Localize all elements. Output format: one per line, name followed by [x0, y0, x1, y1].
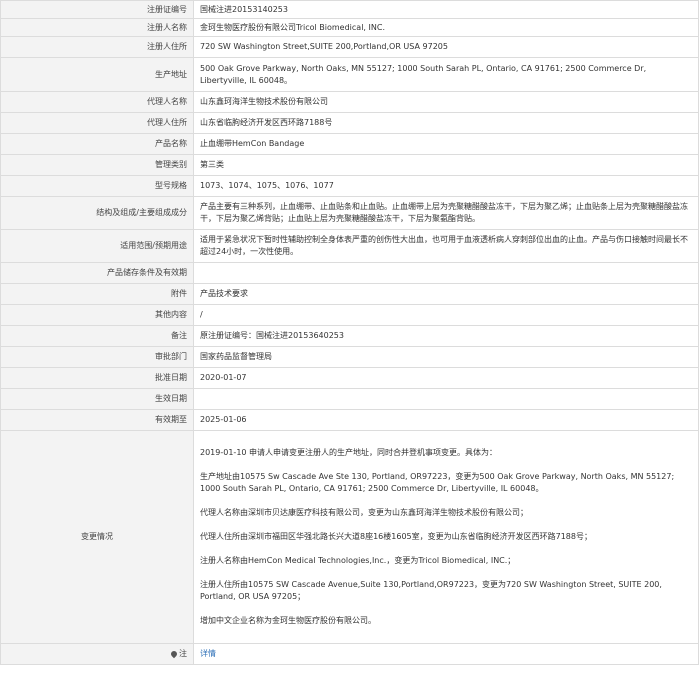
field-value: 国家药品监督管理局	[193, 346, 699, 368]
field-label: 代理人名称	[0, 91, 194, 113]
field-label: 注册证编号	[0, 0, 194, 19]
field-label: 代理人住所	[0, 112, 194, 134]
field-label: 生效日期	[0, 388, 194, 410]
field-label: 产品储存条件及有效期	[0, 262, 194, 284]
table-row: 附件 产品技术要求	[0, 283, 699, 305]
field-value: /	[193, 304, 699, 326]
field-value: 2025-01-06	[193, 409, 699, 431]
field-label: 批准日期	[0, 367, 194, 389]
table-row: 批准日期 2020-01-07	[0, 367, 699, 389]
field-value	[193, 262, 699, 284]
table-row: 注册人住所 720 SW Washington Street,SUITE 200,…	[0, 36, 699, 58]
change-paragraph: 注册人名称由HemCon Medical Technologies,Inc.，变…	[200, 556, 516, 565]
change-paragraph: 代理人住所由深圳市福田区华强北路长兴大道8座16楼1605室，变更为山东省临朐经…	[200, 532, 592, 541]
table-row: 生效日期	[0, 388, 699, 410]
field-label: 审批部门	[0, 346, 194, 368]
field-label: 注册人住所	[0, 36, 194, 58]
table-row: 型号规格 1073、1074、1075、1076、1077	[0, 175, 699, 197]
details-link[interactable]: 详情	[200, 649, 216, 658]
map-pin-icon	[169, 649, 179, 658]
field-label: 有效期至	[0, 409, 194, 431]
change-paragraph: 生产地址由10575 Sw Cascade Ave Ste 130, Portl…	[200, 472, 675, 493]
registration-table: 注册证编号 国械注进20153140253 注册人名称 金珂生物医疗股份有限公司Tri…	[0, 0, 699, 665]
change-paragraph: 代理人名称由深圳市贝达康医疗科技有限公司，变更为山东鑫珂海洋生物技术股份有限公司…	[200, 508, 528, 517]
field-label: 结构及组成/主要组成成分	[0, 196, 194, 230]
field-label: 备注	[0, 325, 194, 347]
field-value: 产品技术要求	[193, 283, 699, 305]
field-value: 适用于紧急状况下暂时性辅助控制全身体表严重的创伤性大出血，也可用于血液透析病人穿…	[193, 229, 699, 263]
change-paragraph: 2019-01-10 申请人申请变更注册人的生产地址，同时合并登机事项变更。具体…	[200, 448, 498, 457]
footer-label: 注	[179, 649, 187, 658]
field-value: 山东鑫珂海洋生物技术股份有限公司	[193, 91, 699, 113]
field-label: 附件	[0, 283, 194, 305]
table-row-changes: 变更情况 2019-01-10 申请人申请变更注册人的生产地址，同时合并登机事项变…	[0, 430, 699, 644]
field-value: 第三类	[193, 154, 699, 176]
table-row: 其他内容 /	[0, 304, 699, 326]
table-row: 备注 原注册证编号：国械注进20153640253	[0, 325, 699, 347]
field-value: 720 SW Washington Street,SUITE 200,Portl…	[193, 36, 699, 58]
field-value: 原注册证编号：国械注进20153640253	[193, 325, 699, 347]
field-label: 产品名称	[0, 133, 194, 155]
field-value: 500 Oak Grove Parkway, North Oaks, MN 55…	[193, 57, 699, 92]
field-label: 管理类别	[0, 154, 194, 176]
table-row: 结构及组成/主要组成成分 产品主要有三种系列，止血绷带、止血贴条和止血贴。止血绷带…	[0, 196, 699, 230]
field-label: 注册人名称	[0, 18, 194, 37]
table-row: 代理人名称 山东鑫珂海洋生物技术股份有限公司	[0, 91, 699, 113]
field-label: 适用范围/预期用途	[0, 229, 194, 263]
table-row: 注册人名称 金珂生物医疗股份有限公司Tricol Biomedical, INC.	[0, 18, 699, 37]
table-row: 产品名称 止血绷带HemCon Bandage	[0, 133, 699, 155]
table-row: 适用范围/预期用途 适用于紧急状况下暂时性辅助控制全身体表严重的创伤性大出血，也可…	[0, 229, 699, 263]
changes-content: 2019-01-10 申请人申请变更注册人的生产地址，同时合并登机事项变更。具体…	[193, 430, 699, 644]
field-label: 其他内容	[0, 304, 194, 326]
table-row: 审批部门 国家药品监督管理局	[0, 346, 699, 368]
field-label: 生产地址	[0, 57, 194, 92]
table-row: 产品储存条件及有效期	[0, 262, 699, 284]
field-value: 金珂生物医疗股份有限公司Tricol Biomedical, INC.	[193, 18, 699, 37]
table-row-footer: 注 详情	[0, 643, 699, 665]
field-value: 产品主要有三种系列，止血绷带、止血贴条和止血贴。止血绷带上层为壳聚糖醋酸盐冻干，…	[193, 196, 699, 230]
table-row: 管理类别 第三类	[0, 154, 699, 176]
field-value: 国械注进20153140253	[193, 0, 699, 19]
field-value: 1073、1074、1075、1076、1077	[193, 175, 699, 197]
footer-label-cell: 注	[0, 643, 194, 665]
footer-value-cell: 详情	[193, 643, 699, 665]
change-paragraph: 注册人住所由10575 SW Cascade Avenue,Suite 130,…	[200, 580, 662, 601]
changes-label: 变更情况	[0, 430, 194, 644]
field-label: 型号规格	[0, 175, 194, 197]
field-value	[193, 388, 699, 410]
table-row: 注册证编号 国械注进20153140253	[0, 0, 699, 19]
table-row: 生产地址 500 Oak Grove Parkway, North Oaks, M…	[0, 57, 699, 92]
table-row: 代理人住所 山东省临朐经济开发区西环路7188号	[0, 112, 699, 134]
field-value: 山东省临朐经济开发区西环路7188号	[193, 112, 699, 134]
change-paragraph: 增加中文企业名称为金珂生物医疗股份有限公司。	[200, 616, 376, 625]
registration-rows: 注册证编号 国械注进20153140253 注册人名称 金珂生物医疗股份有限公司Tri…	[0, 0, 699, 665]
table-row: 有效期至 2025-01-06	[0, 409, 699, 431]
field-value: 止血绷带HemCon Bandage	[193, 133, 699, 155]
field-value: 2020-01-07	[193, 367, 699, 389]
